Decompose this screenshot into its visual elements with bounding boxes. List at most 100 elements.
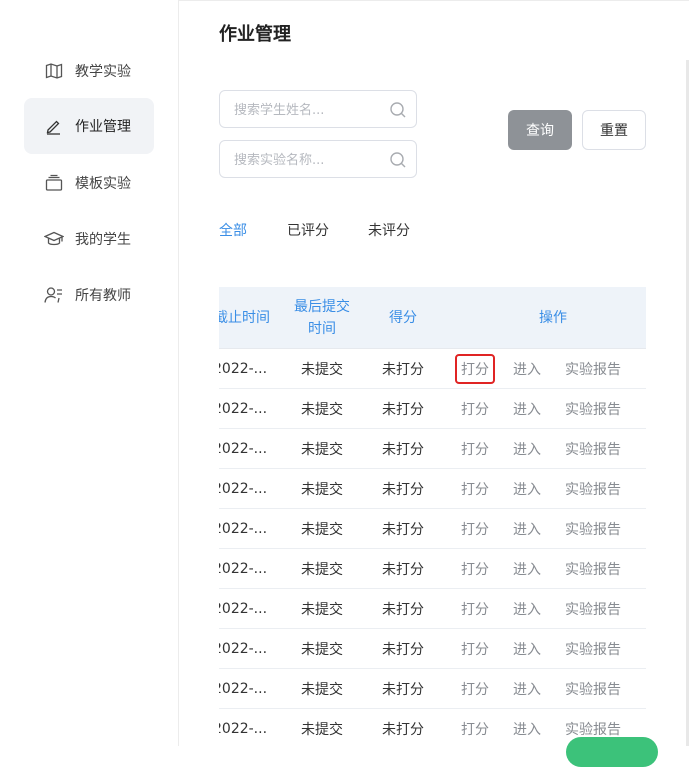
enter-link-text[interactable]: 进入 [513,719,541,739]
grade-link-text[interactable]: 打分 [461,439,489,459]
enter-link[interactable]: 进入 [507,469,547,508]
enter-link[interactable]: 进入 [507,709,547,746]
enter-link-text[interactable]: 进入 [513,679,541,699]
experiment-report-link[interactable]: 实验报告 [559,589,627,628]
grade-link[interactable]: 打分 [455,389,495,428]
experiment-report-link[interactable]: 实验报告 [559,669,627,708]
cell-score-text: 未打分 [382,561,424,578]
experiment-report-link[interactable]: 实验报告 [559,549,627,588]
enter-link[interactable]: 进入 [507,349,547,388]
student-search-box[interactable] [219,90,417,128]
table-row: 2022-... 未提交 未打分 打分 进入 实验报告 [219,389,646,429]
cell-score-text: 未打分 [382,401,424,418]
cell-score-text: 未打分 [382,681,424,698]
enter-link-text[interactable]: 进入 [513,559,541,579]
cell-last-submit: 未提交 [289,429,355,468]
cell-score: 未打分 [371,629,435,668]
grade-link[interactable]: 打分 [455,629,495,668]
experiment-report-link-text[interactable]: 实验报告 [565,479,621,499]
cell-score-text: 未打分 [382,441,424,458]
enter-link[interactable]: 进入 [507,589,547,628]
grade-link[interactable]: 打分 [455,709,495,746]
sidebar-item-label: 作业管理 [75,119,131,135]
experiment-report-link[interactable]: 实验报告 [559,349,627,388]
grade-link[interactable]: 打分 [455,349,495,388]
grade-link-text[interactable]: 打分 [455,353,495,384]
header-actions: 操作 [539,310,567,326]
cell-deadline-text: 2022-... [219,400,268,417]
page-title: 作业管理 [219,24,291,45]
experiment-report-link[interactable]: 实验报告 [559,629,627,668]
experiment-report-link[interactable]: 实验报告 [559,389,627,428]
experiment-report-link-text[interactable]: 实验报告 [565,519,621,539]
enter-link[interactable]: 进入 [507,629,547,668]
experiment-report-link[interactable]: 实验报告 [559,429,627,468]
cell-last-submit: 未提交 [289,709,355,746]
sidebar-item-template-experiments[interactable]: 模板实验 [24,155,154,211]
grade-link-text[interactable]: 打分 [461,679,489,699]
enter-link-text[interactable]: 进入 [513,519,541,539]
enter-link[interactable]: 进入 [507,669,547,708]
grade-link[interactable]: 打分 [455,669,495,708]
floating-button[interactable] [566,737,658,767]
reset-button[interactable]: 重置 [582,110,646,150]
experiment-report-link-text[interactable]: 实验报告 [565,639,621,659]
search-icon[interactable] [389,101,407,119]
enter-link[interactable]: 进入 [507,389,547,428]
sidebar-item-my-students[interactable]: 我的学生 [24,211,154,267]
enter-link[interactable]: 进入 [507,509,547,548]
experiment-report-link-text[interactable]: 实验报告 [565,399,621,419]
grade-link-text[interactable]: 打分 [461,559,489,579]
cell-last-submit-text: 未提交 [301,441,343,458]
grade-link-text[interactable]: 打分 [461,399,489,419]
tab-all[interactable]: 全部 [219,220,247,240]
enter-link-text[interactable]: 进入 [513,399,541,419]
sidebar-item-all-teachers[interactable]: 所有教师 [24,267,154,323]
sidebar-item-homework-management[interactable]: 作业管理 [24,98,154,154]
header-last-submit-time: 最后提交 时间 [289,287,355,349]
enter-link-text[interactable]: 进入 [513,599,541,619]
experiment-report-link-text[interactable]: 实验报告 [565,719,621,739]
cell-last-submit: 未提交 [289,509,355,548]
grade-link[interactable]: 打分 [455,429,495,468]
student-search-input[interactable] [234,100,384,120]
cell-score: 未打分 [371,709,435,746]
experiment-report-link-text[interactable]: 实验报告 [565,559,621,579]
cell-deadline: 2022-... [219,589,268,628]
grade-link[interactable]: 打分 [455,469,495,508]
grade-link-text[interactable]: 打分 [461,719,489,739]
grade-link[interactable]: 打分 [455,589,495,628]
grade-link-text[interactable]: 打分 [461,599,489,619]
header-last-submit-line2: 时间 [308,321,336,337]
search-icon[interactable] [389,151,407,169]
enter-link-text[interactable]: 进入 [513,439,541,459]
experiment-report-link-text[interactable]: 实验报告 [565,359,621,379]
cell-deadline: 2022-... [219,509,268,548]
grade-link-text[interactable]: 打分 [461,519,489,539]
grade-link[interactable]: 打分 [455,509,495,548]
tab-graded[interactable]: 已评分 [287,220,329,240]
table-row: 2022-... 未提交 未打分 打分 进入 实验报告 [219,669,646,709]
enter-link-text[interactable]: 进入 [513,479,541,499]
grade-link-text[interactable]: 打分 [461,639,489,659]
cell-score: 未打分 [371,509,435,548]
enter-link[interactable]: 进入 [507,429,547,468]
grade-link-text[interactable]: 打分 [461,479,489,499]
sidebar-item-teaching-experiments[interactable]: 教学实验 [24,43,154,99]
experiment-search-input[interactable] [234,150,384,170]
tab-ungraded[interactable]: 未评分 [368,220,410,240]
experiment-report-link-text[interactable]: 实验报告 [565,439,621,459]
experiment-report-link[interactable]: 实验报告 [559,509,627,548]
experiment-search-box[interactable] [219,140,417,178]
enter-link-text[interactable]: 进入 [513,359,541,379]
enter-link[interactable]: 进入 [507,549,547,588]
grade-link[interactable]: 打分 [455,549,495,588]
experiment-report-link-text[interactable]: 实验报告 [565,599,621,619]
cell-score: 未打分 [371,349,435,388]
cell-deadline-text: 2022-... [219,440,268,457]
enter-link-text[interactable]: 进入 [513,639,541,659]
experiment-report-link[interactable]: 实验报告 [559,469,627,508]
cell-last-submit: 未提交 [289,389,355,428]
experiment-report-link-text[interactable]: 实验报告 [565,679,621,699]
query-button[interactable]: 查询 [508,110,572,150]
